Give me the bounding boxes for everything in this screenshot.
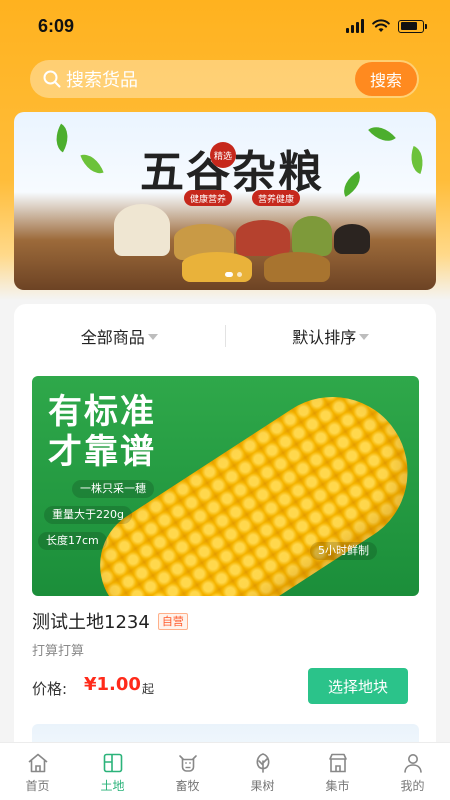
wifi-icon	[372, 19, 390, 32]
product-image-tag: 重量大于220g	[44, 506, 132, 524]
status-time: 6:09	[38, 15, 75, 36]
tab-bar: 首页 土地 畜牧 果树 集市 我的	[0, 742, 450, 800]
tab-label: 集市	[325, 779, 350, 793]
tab-market[interactable]: 集市	[300, 743, 375, 800]
product-image-tag: 长度17cm	[38, 532, 107, 550]
tab-profile[interactable]: 我的	[375, 743, 450, 800]
battery-icon	[398, 19, 427, 33]
product-image-tag: 一株只采一穗	[72, 480, 154, 498]
land-icon	[103, 753, 122, 773]
tab-land[interactable]: 土地	[75, 743, 150, 800]
price-label: 价格:	[32, 680, 68, 698]
signal-icon	[346, 19, 364, 33]
product-image-headline: 有标准 才靠谱	[48, 392, 156, 472]
filter-label: 默认排序	[292, 328, 357, 347]
product-image-tag: 5小时鲜制	[310, 542, 377, 560]
banner-pagination	[225, 272, 242, 277]
product-price: ¥1.00	[84, 674, 141, 695]
price-unit: 起	[142, 682, 155, 696]
product-title[interactable]: 测试土地1234	[32, 608, 150, 634]
fruit-tree-icon	[256, 753, 269, 773]
tab-label: 首页	[25, 779, 50, 793]
product-list-card: 全部商品 默认排序 有标准 才靠谱 一株只采一穗 重量大于220g 长度17cm…	[14, 304, 436, 744]
banner-tag: 营养健康	[252, 190, 301, 206]
select-plot-button[interactable]: 选择地块	[308, 668, 408, 704]
tab-label: 我的	[400, 779, 425, 793]
filter-label: 全部商品	[80, 328, 145, 347]
promo-banner[interactable]: 五谷杂粮 精选 健康营养 营养健康	[14, 112, 436, 290]
tab-label: 果树	[250, 779, 275, 793]
filter-sort[interactable]: 默认排序	[226, 324, 437, 348]
status-bar: 6:09	[0, 0, 450, 52]
caret-down-icon	[359, 334, 370, 340]
filter-all-products[interactable]: 全部商品	[14, 324, 225, 348]
product-title-row: 测试土地1234 自营	[32, 608, 188, 634]
product-description: 打算打算	[32, 644, 85, 659]
market-icon	[328, 753, 347, 773]
filter-row: 全部商品 默认排序	[14, 316, 436, 356]
profile-icon	[403, 754, 422, 773]
caret-down-icon	[147, 334, 158, 340]
banner-seal: 精选	[210, 142, 236, 168]
livestock-icon	[178, 755, 197, 772]
tab-fruit-tree[interactable]: 果树	[225, 743, 300, 800]
search-button[interactable]: 搜索	[355, 62, 417, 96]
tab-home[interactable]: 首页	[0, 743, 75, 800]
search-bar[interactable]: 搜索货品 搜索	[30, 60, 419, 98]
search-icon	[42, 69, 62, 89]
tab-label: 畜牧	[175, 779, 200, 793]
home-icon	[27, 753, 48, 773]
tab-livestock[interactable]: 畜牧	[150, 743, 225, 800]
tab-label: 土地	[100, 779, 125, 793]
banner-tag: 健康营养	[184, 190, 233, 206]
status-icons	[346, 19, 427, 33]
self-operated-badge: 自营	[157, 612, 188, 630]
next-product-card[interactable]	[32, 724, 419, 744]
product-image[interactable]: 有标准 才靠谱 一株只采一穗 重量大于220g 长度17cm 5小时鲜制	[32, 376, 419, 596]
